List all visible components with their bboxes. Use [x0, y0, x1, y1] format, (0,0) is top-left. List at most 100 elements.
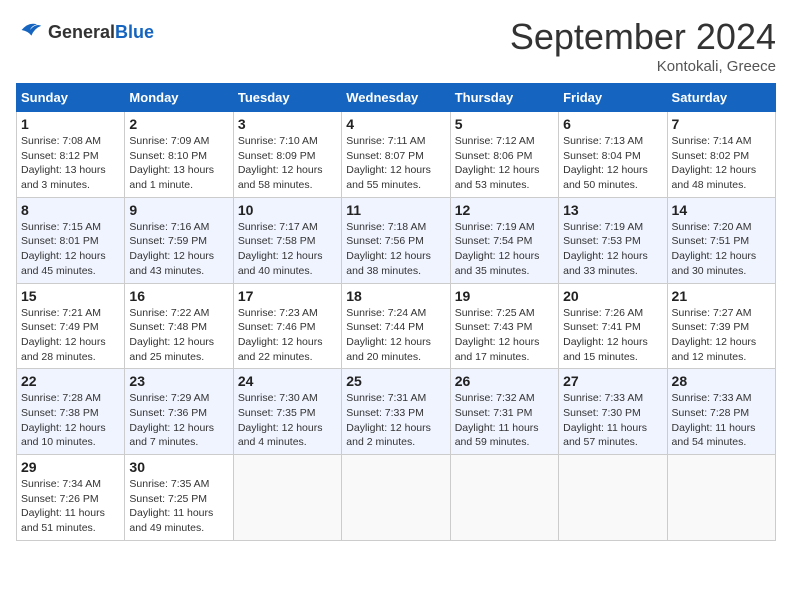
daylight-text: Daylight: 12 hours and 2 minutes. [346, 421, 445, 450]
daylight-text: Daylight: 11 hours and 54 minutes. [672, 421, 771, 450]
day-info: Sunrise: 7:29 AM Sunset: 7:36 PM Dayligh… [129, 391, 228, 450]
sunrise-text: Sunrise: 7:16 AM [129, 220, 228, 235]
calendar-cell: 22 Sunrise: 7:28 AM Sunset: 7:38 PM Dayl… [17, 369, 125, 455]
day-info: Sunrise: 7:33 AM Sunset: 7:30 PM Dayligh… [563, 391, 662, 450]
day-info: Sunrise: 7:15 AM Sunset: 8:01 PM Dayligh… [21, 220, 120, 279]
calendar-cell: 11 Sunrise: 7:18 AM Sunset: 7:56 PM Dayl… [342, 197, 450, 283]
logo: GeneralBlue [16, 16, 154, 49]
daylight-text: Daylight: 12 hours and 33 minutes. [563, 249, 662, 278]
sunset-text: Sunset: 7:46 PM [238, 320, 337, 335]
sunset-text: Sunset: 8:10 PM [129, 149, 228, 164]
sunset-text: Sunset: 8:12 PM [21, 149, 120, 164]
daylight-text: Daylight: 12 hours and 58 minutes. [238, 163, 337, 192]
sunrise-text: Sunrise: 7:29 AM [129, 391, 228, 406]
sunset-text: Sunset: 7:44 PM [346, 320, 445, 335]
day-info: Sunrise: 7:35 AM Sunset: 7:25 PM Dayligh… [129, 477, 228, 536]
sunrise-text: Sunrise: 7:34 AM [21, 477, 120, 492]
day-number: 27 [563, 373, 662, 389]
calendar-cell: 8 Sunrise: 7:15 AM Sunset: 8:01 PM Dayli… [17, 197, 125, 283]
sunset-text: Sunset: 7:53 PM [563, 234, 662, 249]
sunrise-text: Sunrise: 7:19 AM [455, 220, 554, 235]
week-row-5: 29 Sunrise: 7:34 AM Sunset: 7:26 PM Dayl… [17, 455, 776, 541]
day-number: 18 [346, 288, 445, 304]
sunrise-text: Sunrise: 7:30 AM [238, 391, 337, 406]
calendar-cell: 27 Sunrise: 7:33 AM Sunset: 7:30 PM Dayl… [559, 369, 667, 455]
sunset-text: Sunset: 7:28 PM [672, 406, 771, 421]
day-info: Sunrise: 7:27 AM Sunset: 7:39 PM Dayligh… [672, 306, 771, 365]
day-number: 7 [672, 116, 771, 132]
daylight-text: Daylight: 12 hours and 38 minutes. [346, 249, 445, 278]
calendar-cell: 16 Sunrise: 7:22 AM Sunset: 7:48 PM Dayl… [125, 283, 233, 369]
calendar-cell: 13 Sunrise: 7:19 AM Sunset: 7:53 PM Dayl… [559, 197, 667, 283]
sunrise-text: Sunrise: 7:19 AM [563, 220, 662, 235]
day-number: 4 [346, 116, 445, 132]
sunrise-text: Sunrise: 7:33 AM [672, 391, 771, 406]
daylight-text: Daylight: 12 hours and 30 minutes. [672, 249, 771, 278]
sunset-text: Sunset: 7:49 PM [21, 320, 120, 335]
sunrise-text: Sunrise: 7:15 AM [21, 220, 120, 235]
day-info: Sunrise: 7:33 AM Sunset: 7:28 PM Dayligh… [672, 391, 771, 450]
day-number: 1 [21, 116, 120, 132]
day-info: Sunrise: 7:20 AM Sunset: 7:51 PM Dayligh… [672, 220, 771, 279]
sunrise-text: Sunrise: 7:14 AM [672, 134, 771, 149]
day-number: 11 [346, 202, 445, 218]
daylight-text: Daylight: 11 hours and 49 minutes. [129, 506, 228, 535]
day-number: 26 [455, 373, 554, 389]
daylight-text: Daylight: 12 hours and 48 minutes. [672, 163, 771, 192]
calendar-table: Sunday Monday Tuesday Wednesday Thursday… [16, 83, 776, 541]
day-number: 17 [238, 288, 337, 304]
sunset-text: Sunset: 7:35 PM [238, 406, 337, 421]
month-title: September 2024 [510, 16, 776, 58]
calendar-cell: 10 Sunrise: 7:17 AM Sunset: 7:58 PM Dayl… [233, 197, 341, 283]
sunrise-text: Sunrise: 7:28 AM [21, 391, 120, 406]
day-info: Sunrise: 7:30 AM Sunset: 7:35 PM Dayligh… [238, 391, 337, 450]
calendar-cell: 9 Sunrise: 7:16 AM Sunset: 7:59 PM Dayli… [125, 197, 233, 283]
week-row-2: 8 Sunrise: 7:15 AM Sunset: 8:01 PM Dayli… [17, 197, 776, 283]
sunrise-text: Sunrise: 7:27 AM [672, 306, 771, 321]
day-info: Sunrise: 7:34 AM Sunset: 7:26 PM Dayligh… [21, 477, 120, 536]
day-number: 29 [21, 459, 120, 475]
day-info: Sunrise: 7:21 AM Sunset: 7:49 PM Dayligh… [21, 306, 120, 365]
calendar-cell: 24 Sunrise: 7:30 AM Sunset: 7:35 PM Dayl… [233, 369, 341, 455]
sunset-text: Sunset: 7:41 PM [563, 320, 662, 335]
daylight-text: Daylight: 13 hours and 3 minutes. [21, 163, 120, 192]
calendar-cell: 4 Sunrise: 7:11 AM Sunset: 8:07 PM Dayli… [342, 112, 450, 198]
page-header: GeneralBlue September 2024 Kontokali, Gr… [16, 16, 776, 75]
day-number: 30 [129, 459, 228, 475]
daylight-text: Daylight: 12 hours and 55 minutes. [346, 163, 445, 192]
sunrise-text: Sunrise: 7:10 AM [238, 134, 337, 149]
sunset-text: Sunset: 8:06 PM [455, 149, 554, 164]
daylight-text: Daylight: 12 hours and 15 minutes. [563, 335, 662, 364]
daylight-text: Daylight: 12 hours and 4 minutes. [238, 421, 337, 450]
day-info: Sunrise: 7:10 AM Sunset: 8:09 PM Dayligh… [238, 134, 337, 193]
day-number: 16 [129, 288, 228, 304]
day-number: 23 [129, 373, 228, 389]
sunrise-text: Sunrise: 7:32 AM [455, 391, 554, 406]
header-thursday: Thursday [450, 84, 558, 112]
week-row-1: 1 Sunrise: 7:08 AM Sunset: 8:12 PM Dayli… [17, 112, 776, 198]
sunset-text: Sunset: 7:48 PM [129, 320, 228, 335]
day-number: 28 [672, 373, 771, 389]
daylight-text: Daylight: 12 hours and 7 minutes. [129, 421, 228, 450]
calendar-cell: 19 Sunrise: 7:25 AM Sunset: 7:43 PM Dayl… [450, 283, 558, 369]
day-number: 20 [563, 288, 662, 304]
daylight-text: Daylight: 12 hours and 40 minutes. [238, 249, 337, 278]
sunset-text: Sunset: 7:39 PM [672, 320, 771, 335]
header-friday: Friday [559, 84, 667, 112]
day-info: Sunrise: 7:25 AM Sunset: 7:43 PM Dayligh… [455, 306, 554, 365]
calendar-cell: 2 Sunrise: 7:09 AM Sunset: 8:10 PM Dayli… [125, 112, 233, 198]
calendar-cell: 26 Sunrise: 7:32 AM Sunset: 7:31 PM Dayl… [450, 369, 558, 455]
day-number: 21 [672, 288, 771, 304]
day-info: Sunrise: 7:11 AM Sunset: 8:07 PM Dayligh… [346, 134, 445, 193]
sunset-text: Sunset: 7:31 PM [455, 406, 554, 421]
daylight-text: Daylight: 12 hours and 10 minutes. [21, 421, 120, 450]
sunrise-text: Sunrise: 7:12 AM [455, 134, 554, 149]
calendar-cell: 12 Sunrise: 7:19 AM Sunset: 7:54 PM Dayl… [450, 197, 558, 283]
day-info: Sunrise: 7:19 AM Sunset: 7:54 PM Dayligh… [455, 220, 554, 279]
sunset-text: Sunset: 7:30 PM [563, 406, 662, 421]
calendar-cell: 21 Sunrise: 7:27 AM Sunset: 7:39 PM Dayl… [667, 283, 775, 369]
sunrise-text: Sunrise: 7:17 AM [238, 220, 337, 235]
calendar-cell: 23 Sunrise: 7:29 AM Sunset: 7:36 PM Dayl… [125, 369, 233, 455]
daylight-text: Daylight: 11 hours and 57 minutes. [563, 421, 662, 450]
weekday-header-row: Sunday Monday Tuesday Wednesday Thursday… [17, 84, 776, 112]
